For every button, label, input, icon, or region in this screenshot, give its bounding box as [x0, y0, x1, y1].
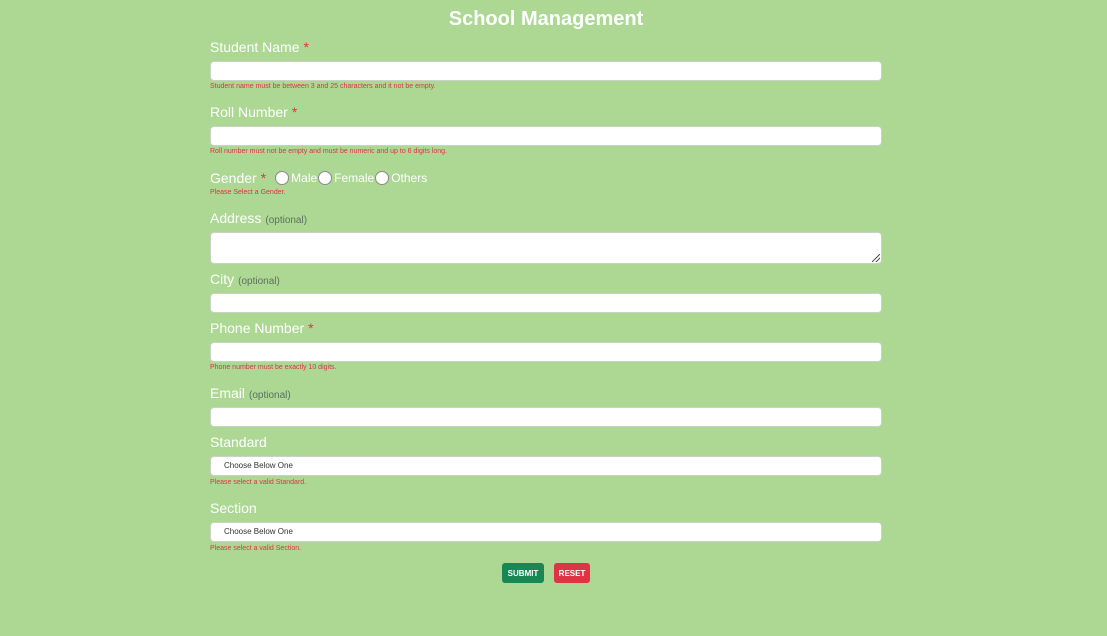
gender-female-radio[interactable] [318, 171, 333, 185]
required-asterisk: * [291, 104, 298, 120]
address-label-text: Address [210, 210, 262, 226]
student-name-label: Student Name * [210, 39, 309, 55]
section-select[interactable]: Choose Below One [210, 522, 882, 542]
roll-number-label-text: Roll Number [210, 104, 288, 120]
optional-hint: (optional) [249, 390, 291, 401]
submit-button[interactable]: SUBMIT [502, 563, 544, 583]
standard-select[interactable]: Choose Below One [210, 456, 882, 476]
gender-male-radio[interactable] [275, 171, 290, 185]
gender-row: Gender * Male Female Others [210, 170, 428, 186]
optional-hint: (optional) [265, 215, 308, 226]
gender-label-text: Gender [210, 170, 257, 186]
city-input[interactable] [210, 293, 882, 313]
phone-number-label: Phone Number * [210, 320, 314, 336]
gender-others-label[interactable]: Others [391, 171, 427, 185]
optional-hint: (optional) [238, 276, 280, 287]
roll-number-input[interactable] [210, 126, 882, 146]
student-name-input[interactable] [210, 61, 882, 81]
standard-selected-value: Choose Below One [224, 461, 293, 470]
email-input[interactable] [210, 407, 882, 427]
student-name-error: Student name must be between 3 and 25 ch… [210, 83, 436, 90]
phone-number-error: Phone number must be exactly 10 digits. [210, 364, 337, 371]
section-label: Section [210, 500, 257, 516]
required-asterisk: * [308, 320, 314, 336]
email-label: Email (optional) [210, 385, 291, 401]
email-label-text: Email [210, 385, 246, 401]
standard-label: Standard [210, 434, 267, 450]
city-label: City (optional) [210, 271, 280, 287]
phone-number-input[interactable] [210, 342, 882, 362]
resize-handle-icon[interactable] [872, 254, 880, 262]
address-textarea[interactable] [210, 232, 882, 264]
required-asterisk: * [303, 39, 309, 55]
student-name-label-text: Student Name [210, 39, 300, 55]
gender-male-label[interactable]: Male [291, 171, 317, 185]
section-selected-value: Choose Below One [224, 527, 293, 536]
address-label: Address (optional) [210, 210, 307, 226]
section-error: Please select a valid Section. [210, 545, 302, 552]
roll-number-error: Roll number must not be empty and must b… [210, 148, 447, 155]
gender-label: Gender * [210, 170, 266, 186]
gender-female-label[interactable]: Female [334, 171, 374, 185]
phone-number-label-text: Phone Number [210, 320, 305, 336]
city-label-text: City [210, 271, 235, 287]
required-asterisk: * [260, 170, 267, 186]
gender-others-radio[interactable] [375, 171, 390, 185]
page-title: School Management [448, 8, 644, 30]
standard-error: Please select a valid Standard. [210, 479, 307, 486]
reset-button[interactable]: RESET [554, 563, 590, 583]
gender-error: Please Select a Gender. [210, 189, 286, 196]
roll-number-label: Roll Number * [210, 104, 297, 120]
